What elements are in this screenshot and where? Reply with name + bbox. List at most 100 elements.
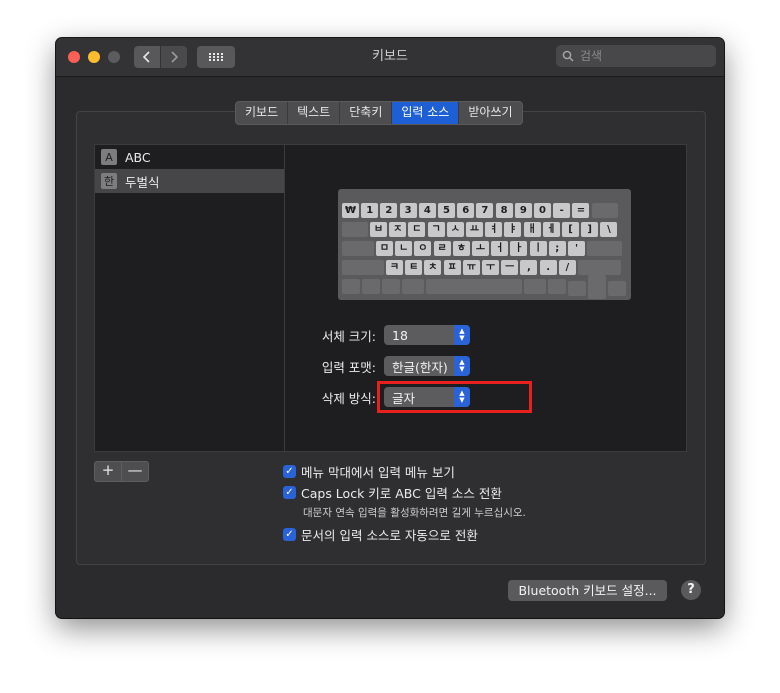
tab-keyboard[interactable]: 키보드	[236, 102, 289, 124]
keyboard-key: ㅋ	[386, 260, 403, 275]
tab-text[interactable]: 텍스트	[288, 102, 341, 124]
keyboard-key: 9	[514, 203, 532, 218]
caps-lock-switch-checkbox[interactable]: ✓ Caps Lock 키로 ABC 입력 소스 전환	[283, 483, 502, 502]
keyboard-key: 7	[476, 203, 494, 218]
keyboard-key: ㅁ	[376, 241, 393, 256]
remove-source-button[interactable]: —	[122, 461, 149, 482]
checkbox-label: Caps Lock 키로 ABC 입력 소스 전환	[301, 486, 502, 501]
keyboard-key: ㅔ	[542, 222, 560, 237]
keyboard-key-blank	[342, 279, 360, 294]
auto-switch-source-checkbox[interactable]: ✓ 문서의 입력 소스로 자동으로 전환	[283, 525, 478, 544]
keyboard-key: 6	[457, 203, 475, 218]
keyboard-key: 5	[438, 203, 455, 218]
keyboard-key: ㅌ	[405, 260, 423, 275]
caps-lock-note: 대문자 연속 입력을 활성화하려면 길게 누르십시오.	[303, 507, 526, 519]
keyboard-key: ]	[581, 222, 599, 237]
input-format-label: 입력 포맷:	[321, 359, 376, 375]
keyboard-key-blank	[548, 279, 566, 294]
search-icon	[562, 50, 574, 62]
keyboard-key: ㄴ	[395, 241, 413, 256]
keyboard-key: '	[568, 241, 585, 256]
keyboard-key-blank	[382, 279, 400, 294]
keyboard-key-blank	[342, 222, 368, 237]
font-size-label: 서체 크기:	[321, 328, 376, 344]
show-input-menu-checkbox[interactable]: ✓ 메뉴 막대에서 입력 메뉴 보기	[283, 462, 455, 481]
keyboard-key: ₩	[342, 203, 359, 218]
keyboard-key: ㅜ	[482, 260, 499, 275]
input-format-popup[interactable]: 한글(한자) ▲ ▼	[384, 356, 470, 376]
add-source-button[interactable]: +	[94, 461, 122, 482]
keyboard-key: ㄹ	[433, 241, 451, 256]
keyboard-key-blank	[578, 260, 621, 275]
highlight-box	[377, 381, 532, 413]
keyboard-key: ㅇ	[414, 241, 432, 256]
search-field[interactable]	[556, 45, 716, 67]
keyboard-key: -	[553, 203, 571, 218]
bluetooth-keyboard-setup-button[interactable]: Bluetooth 키보드 설정...	[508, 580, 667, 601]
keyboard-key-blank	[588, 284, 606, 299]
keyboard-key: \	[600, 222, 618, 237]
abc-source-icon: A	[101, 149, 117, 165]
delete-mode-label: 삭제 방식:	[321, 390, 376, 406]
keyboard-key: /	[558, 260, 576, 275]
keyboard-key: ㅑ	[504, 222, 522, 237]
keyboard-key: ㅐ	[523, 222, 541, 237]
keyboard-key: ㅈ	[389, 222, 407, 237]
keyboard-key: ㅣ	[529, 241, 547, 256]
help-button[interactable]: ?	[681, 580, 701, 600]
keyboard-key: 2	[380, 203, 398, 218]
tab-dictation[interactable]: 받아쓰기	[459, 102, 521, 124]
search-input[interactable]	[578, 48, 712, 64]
input-format-row: 입력 포맷: 한글(한자) ▲ ▼	[256, 356, 470, 376]
keyboard-key-blank	[608, 281, 626, 296]
tab-shortcuts[interactable]: 단축키	[340, 102, 393, 124]
source-label: ABC	[125, 149, 151, 165]
keyboard-key: 3	[399, 203, 417, 218]
keyboard-key-blank	[426, 279, 522, 294]
keyboard-key: =	[572, 203, 590, 218]
font-size-row: 서체 크기: 18 ▲ ▼	[256, 325, 470, 345]
keyboard-key: ㅅ	[446, 222, 464, 237]
keyboard-key: ㅛ	[466, 222, 483, 237]
keyboard-key-blank	[402, 279, 424, 294]
keyboard-key: ㅍ	[443, 260, 461, 275]
font-size-value: 18	[392, 327, 408, 343]
checkmark-icon: ✓	[283, 486, 296, 499]
keyboard-key-blank	[524, 279, 546, 294]
title-bar: 키보드	[56, 38, 724, 77]
updown-chevron-icon: ▲ ▼	[454, 325, 470, 345]
list-item[interactable]: 한 두벌식	[95, 169, 284, 193]
checkmark-icon: ✓	[283, 528, 296, 541]
keyboard-key: ㅡ	[501, 260, 519, 275]
checkmark-icon: ✓	[283, 465, 296, 478]
checkbox-label: 문서의 입력 소스로 자동으로 전환	[301, 528, 478, 543]
keyboard-key: ㅏ	[510, 241, 528, 256]
keyboard-key: 0	[534, 203, 551, 218]
keyboard-key: ㅂ	[370, 222, 387, 237]
keyboard-key-blank	[362, 279, 380, 294]
tab-bar: 키보드 텍스트 단축키 입력 소스 받아쓰기	[235, 101, 523, 125]
keyboard-key: .	[539, 260, 557, 275]
input-format-value: 한글(한자)	[392, 359, 448, 375]
keyboard-key: ,	[520, 260, 538, 275]
add-remove-controls: + —	[94, 461, 149, 482]
keyboard-key: ㅊ	[424, 260, 442, 275]
keyboard-preferences-window: 키보드 키보드 텍스트 단축키 입력 소스 받아쓰기 A ABC 한 두벌식 ₩…	[56, 38, 724, 618]
keyboard-key-blank	[587, 241, 623, 256]
keyboard-key: ㅠ	[462, 260, 480, 275]
checkbox-label: 메뉴 막대에서 입력 메뉴 보기	[301, 465, 455, 480]
font-size-popup[interactable]: 18 ▲ ▼	[384, 325, 470, 345]
updown-chevron-icon: ▲ ▼	[454, 356, 470, 376]
tab-input-sources[interactable]: 입력 소스	[392, 102, 460, 124]
hangul-source-icon: 한	[101, 173, 117, 189]
keyboard-key: ㄷ	[408, 222, 426, 237]
keyboard-key-blank	[568, 281, 586, 296]
keyboard-key-blank	[342, 241, 374, 256]
keyboard-key: ㅓ	[491, 241, 509, 256]
keyboard-key: ㅎ	[452, 241, 470, 256]
keyboard-key: ㅗ	[472, 241, 489, 256]
source-label: 두벌식	[125, 174, 160, 190]
keyboard-layout-preview: ₩1 2 3 4 5 6 7 8 9 0- = ㅂㅈㄷㄱㅅㅛㅕㅑㅐㅔ[] \ ㅁㄴㅇㄹㅎㅗㅓㅏㅣ; ' ㅋㅌㅊ…	[338, 189, 631, 300]
keyboard-key: ㅕ	[485, 222, 503, 237]
list-item[interactable]: A ABC	[95, 145, 284, 169]
